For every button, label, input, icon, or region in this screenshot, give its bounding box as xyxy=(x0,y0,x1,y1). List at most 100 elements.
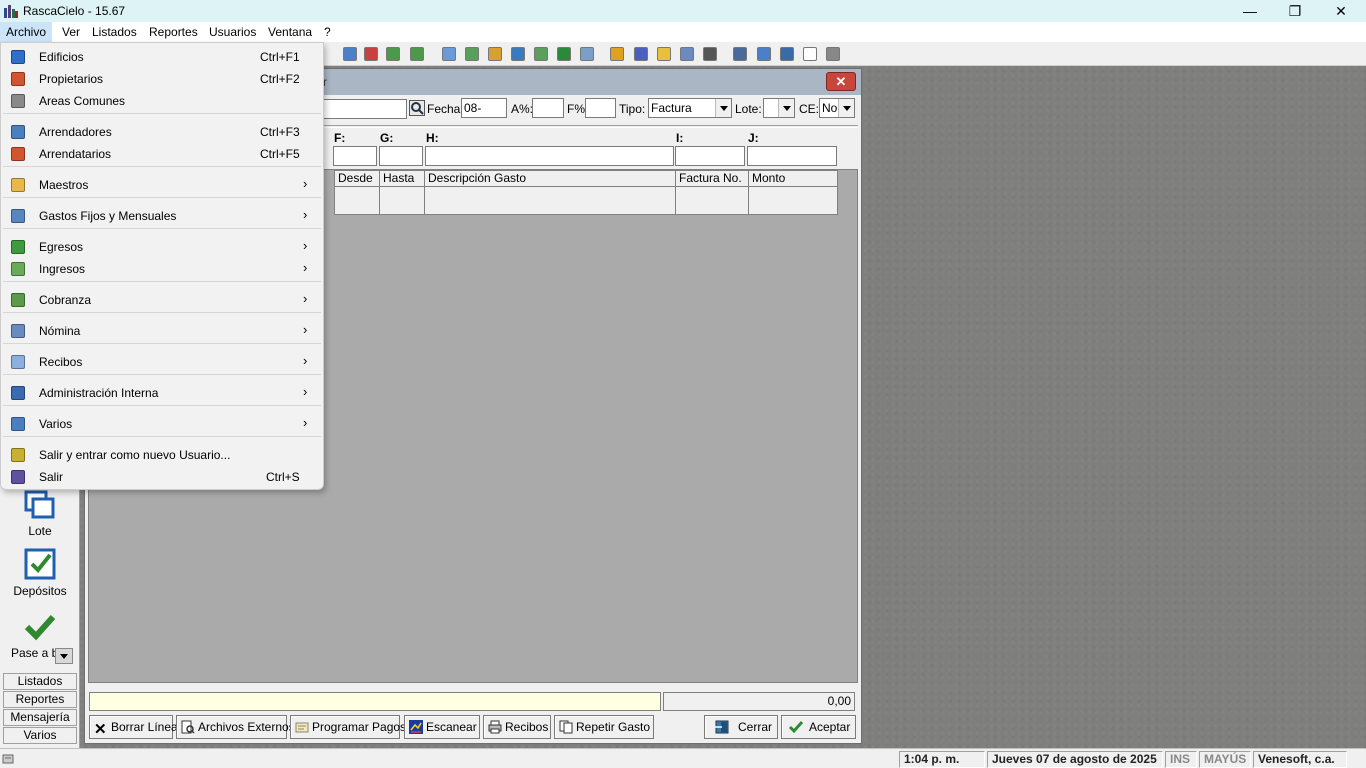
tab-varios[interactable]: Varios xyxy=(3,727,77,744)
search-field[interactable] xyxy=(323,99,407,119)
factura-input[interactable] xyxy=(675,146,745,166)
tb-table-icon[interactable] xyxy=(511,47,525,61)
lote-field-label: Lote: xyxy=(735,102,762,116)
grid-header-monto[interactable]: Monto xyxy=(748,170,838,187)
tb-cash-icon[interactable] xyxy=(465,47,479,61)
tb-building-icon[interactable] xyxy=(733,47,747,61)
menu-reportes[interactable]: Reportes xyxy=(143,22,204,42)
depositos-button[interactable]: Depósitos xyxy=(0,548,80,598)
repetir-gasto-button[interactable]: Repetir Gasto xyxy=(554,715,654,739)
menu-listados[interactable]: Listados xyxy=(86,22,143,42)
menu-item-administracion-interna[interactable]: Administración Interna › xyxy=(3,382,321,404)
grid-header-desde[interactable]: Desde xyxy=(334,170,380,187)
tb-clock-icon[interactable] xyxy=(634,47,648,61)
tb-bank-icon[interactable] xyxy=(557,47,571,61)
chevron-right-icon: › xyxy=(303,353,308,368)
ce-select[interactable]: No xyxy=(819,98,855,118)
menu-usuarios[interactable]: Usuarios xyxy=(203,22,262,42)
menu-item-nomina[interactable]: Nómina › xyxy=(3,320,321,342)
dropdown-toggle[interactable] xyxy=(55,648,73,664)
menu-ventana[interactable]: Ventana xyxy=(262,22,318,42)
menu-item-arrendatarios[interactable]: Arrendatarios Ctrl+F5 xyxy=(3,143,321,165)
grid-cell[interactable] xyxy=(334,187,380,215)
monto-input[interactable] xyxy=(747,146,837,166)
lote-select[interactable] xyxy=(763,98,795,118)
tipo-select[interactable]: Factura xyxy=(648,98,732,118)
tab-reportes[interactable]: Reportes xyxy=(3,691,77,708)
menu-help[interactable]: ? xyxy=(318,22,337,42)
tb-page-icon[interactable] xyxy=(442,47,456,61)
f-pct-field[interactable] xyxy=(585,98,616,118)
menu-separator xyxy=(3,113,321,114)
descripcion-input[interactable] xyxy=(425,146,674,166)
menu-item-salir-y-entrar-como-nuevo-usuario[interactable]: Salir y entrar como nuevo Usuario... xyxy=(3,444,321,466)
programar-pagos-button[interactable]: Programar Pagos xyxy=(290,715,406,739)
tb-folder-icon[interactable] xyxy=(657,47,671,61)
grid-cell[interactable] xyxy=(424,187,676,215)
tb-scanner-icon[interactable] xyxy=(826,47,840,61)
archivos-externos-button[interactable]: Archivos Externos xyxy=(176,715,295,739)
borrar-linea-button[interactable]: ✕ Borrar Línea xyxy=(89,715,178,739)
tb-doc-icon[interactable] xyxy=(343,47,357,61)
menu-item-propietarios[interactable]: Propietarios Ctrl+F2 xyxy=(3,68,321,90)
menu-ver[interactable]: Ver xyxy=(56,22,86,42)
tb-mail-icon[interactable] xyxy=(680,47,694,61)
grid-cell[interactable] xyxy=(379,187,425,215)
recibos-button[interactable]: Recibos xyxy=(483,715,551,739)
search-button[interactable] xyxy=(409,100,425,116)
grid-cell[interactable] xyxy=(675,187,749,215)
archivo-dropdown-menu: Edificios Ctrl+F1 Propietarios Ctrl+F2 Areas… xyxy=(0,42,324,490)
form-close-button[interactable]: ✕ xyxy=(826,72,856,91)
menu-separator xyxy=(3,374,321,375)
menu-item-shortcut: Ctrl+F5 xyxy=(260,147,300,161)
menu-item-salir[interactable]: Salir Ctrl+S xyxy=(3,466,321,488)
menu-item-areas-comunes[interactable]: Areas Comunes xyxy=(3,90,321,112)
tb-receipt-icon[interactable] xyxy=(364,47,378,61)
escanear-button[interactable]: Escanear xyxy=(404,715,480,739)
desde-input[interactable] xyxy=(333,146,377,166)
fecha-field[interactable]: 08-2025 xyxy=(461,98,507,118)
hasta-input[interactable] xyxy=(379,146,423,166)
close-window-button[interactable]: ✕ xyxy=(1318,0,1364,22)
maximize-button[interactable]: ❐ xyxy=(1272,0,1318,22)
tab-mensajeria[interactable]: Mensajería xyxy=(3,709,77,726)
grid-cell[interactable] xyxy=(748,187,838,215)
menu-item-label: Gastos Fijos y Mensuales xyxy=(39,209,177,223)
menu-archivo[interactable]: Archivo xyxy=(0,22,53,42)
chevron-right-icon: › xyxy=(303,176,308,191)
lote-button[interactable]: Lote xyxy=(0,490,80,538)
tb-blank-icon[interactable] xyxy=(803,47,817,61)
menu-item-ingresos[interactable]: Ingresos › xyxy=(3,258,321,280)
grid-header-descripcion[interactable]: Descripción Gasto xyxy=(424,170,676,187)
chevron-right-icon: › xyxy=(303,415,308,430)
tb-calculator-icon[interactable] xyxy=(703,47,717,61)
menu-item-edificios[interactable]: Edificios Ctrl+F1 xyxy=(3,46,321,68)
menu-item-label: Cobranza xyxy=(39,293,92,307)
tb-monitor-icon[interactable] xyxy=(780,47,794,61)
menu-separator xyxy=(3,405,321,406)
tb-card-icon[interactable] xyxy=(610,47,624,61)
menu-item-recibos[interactable]: Recibos › xyxy=(3,351,321,373)
minimize-button[interactable]: — xyxy=(1227,0,1273,22)
menu-item-cobranza[interactable]: Cobranza › xyxy=(3,289,321,311)
admin-icon xyxy=(11,386,25,400)
grid-header-hasta[interactable]: Hasta xyxy=(379,170,425,187)
tab-listados[interactable]: Listados xyxy=(3,673,77,690)
menu-item-gastos-fijos-y-mensuales[interactable]: Gastos Fijos y Mensuales › xyxy=(3,205,321,227)
a-pct-field[interactable] xyxy=(532,98,564,118)
menu-item-varios[interactable]: Varios › xyxy=(3,413,321,435)
aceptar-button[interactable]: Aceptar xyxy=(781,715,856,739)
money-in-icon xyxy=(11,262,25,276)
tb-calendar-icon[interactable] xyxy=(534,47,548,61)
tb-grid-icon[interactable] xyxy=(488,47,502,61)
close-door-icon xyxy=(715,720,729,734)
tb-money-icon[interactable] xyxy=(386,47,400,61)
menu-item-egresos[interactable]: Egresos › xyxy=(3,236,321,258)
tb-money2-icon[interactable] xyxy=(410,47,424,61)
tb-phone-icon[interactable] xyxy=(757,47,771,61)
cerrar-button[interactable]: Cerrar xyxy=(704,715,778,739)
menu-item-arrendadores[interactable]: Arrendadores Ctrl+F3 xyxy=(3,121,321,143)
menu-item-maestros[interactable]: Maestros › xyxy=(3,174,321,196)
grid-header-factura[interactable]: Factura No. xyxy=(675,170,749,187)
tb-list-icon[interactable] xyxy=(580,47,594,61)
